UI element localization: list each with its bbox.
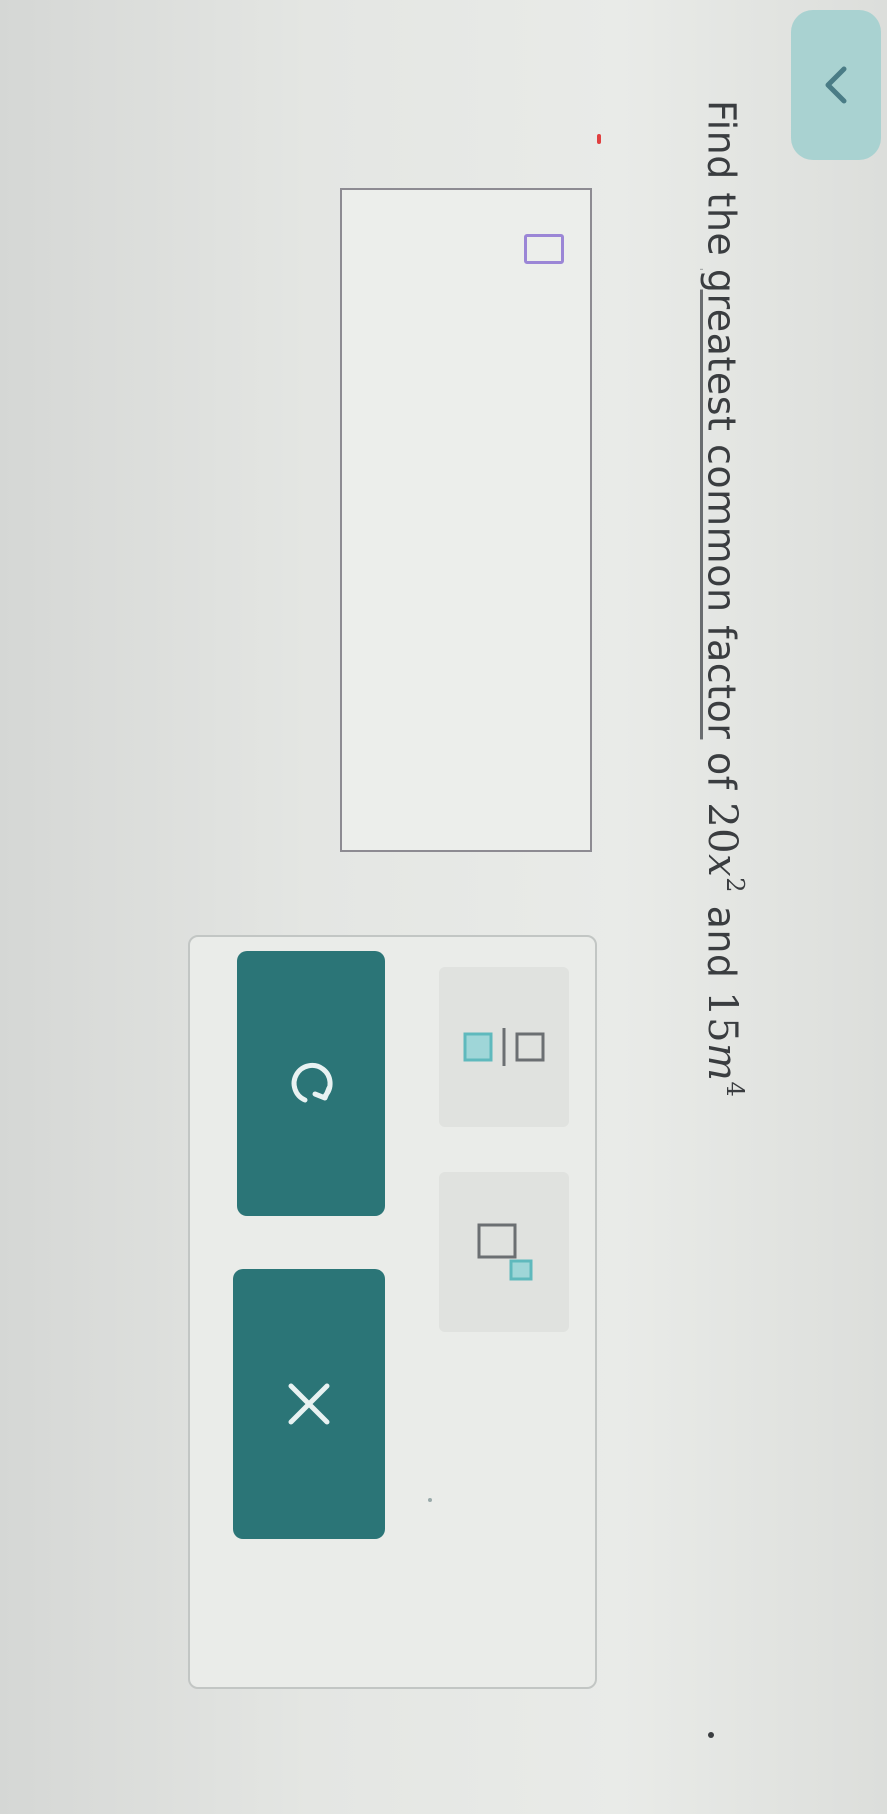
exponent-icon [477,1223,533,1281]
marker-dot [597,134,601,144]
fraction-icon [463,1028,545,1066]
answer-input[interactable] [340,188,592,852]
question-text: Find the greatest common factor of 20x2 … [698,100,749,1098]
stray-dot [428,1498,432,1502]
answer-cursor[interactable] [524,234,564,264]
question-conjunction: and [699,892,744,992]
question-period [708,1732,714,1738]
question-prefix: Find the [699,100,744,269]
math-toolbar [188,935,597,1689]
term-1: 20x2 [698,802,749,893]
undo-icon [291,1062,333,1102]
fraction-button[interactable] [439,967,569,1127]
collapse-tab[interactable] [791,10,881,160]
term-2: 15m4 [698,991,749,1098]
chevron-down-icon [825,66,847,104]
close-icon [288,1383,330,1425]
undo-button[interactable] [237,951,385,1216]
clear-button[interactable] [233,1269,385,1539]
gcf-link[interactable]: greatest common factor [700,269,744,740]
stage: Find the greatest common factor of 20x2 … [0,0,887,1814]
question-middle: of [699,739,744,803]
exponent-button[interactable] [439,1172,569,1332]
